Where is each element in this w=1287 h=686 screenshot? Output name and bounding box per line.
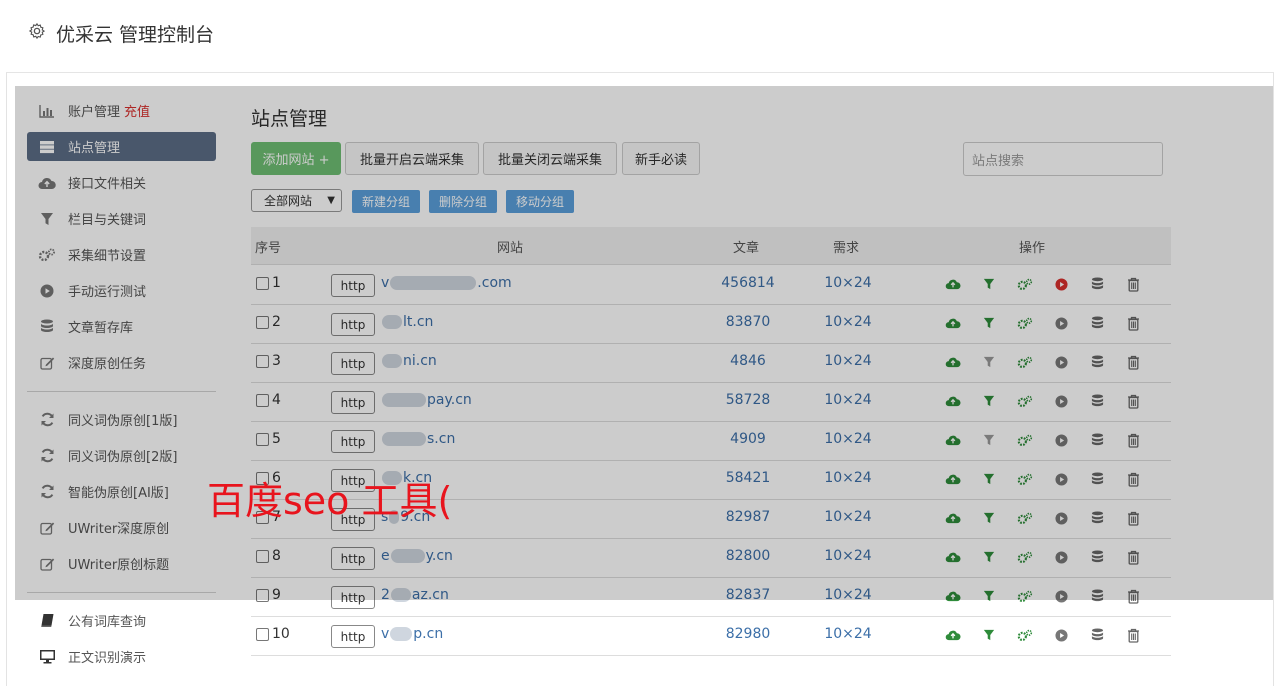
monitor-icon — [38, 649, 56, 665]
row-checkbox[interactable] — [256, 628, 269, 641]
site-name-end: p.cn — [413, 626, 444, 642]
book-icon — [38, 613, 56, 629]
article-count[interactable]: 82980 — [708, 626, 788, 642]
header: 优采云 管理控制台 — [6, 0, 1274, 73]
cogs-icon[interactable] — [1007, 626, 1043, 644]
redacted-blur — [390, 627, 413, 641]
sidebar-item-label: 正文识别演示 — [68, 651, 147, 666]
table-row: 10 http v p.cn 82980 10×24 — [251, 616, 1171, 656]
row-number: 10 — [272, 626, 290, 642]
protocol-badge[interactable]: http — [331, 625, 375, 648]
database-icon[interactable] — [1079, 626, 1115, 644]
site-name-start: v — [381, 626, 390, 642]
watermark-text: 百度seo 工具( — [207, 479, 453, 523]
demand-value[interactable]: 10×24 — [813, 626, 883, 642]
app-title: 优采云 管理控制台 — [56, 24, 215, 46]
row-actions — [935, 626, 1151, 644]
sidebar-item-public-lexicon[interactable]: 公有词库查询 — [27, 606, 216, 635]
dim-overlay — [15, 86, 1273, 600]
site-link[interactable]: v p.cn — [381, 626, 443, 642]
gear-icon[interactable] — [28, 22, 46, 40]
trash-icon[interactable] — [1115, 626, 1151, 644]
cloud-upload-icon[interactable] — [935, 626, 971, 644]
sidebar-item-text-recognition[interactable]: 正文识别演示 — [27, 642, 216, 671]
filter-icon[interactable] — [971, 626, 1007, 644]
play-icon[interactable] — [1043, 626, 1079, 644]
sidebar-item-label: 公有词库查询 — [68, 615, 147, 630]
